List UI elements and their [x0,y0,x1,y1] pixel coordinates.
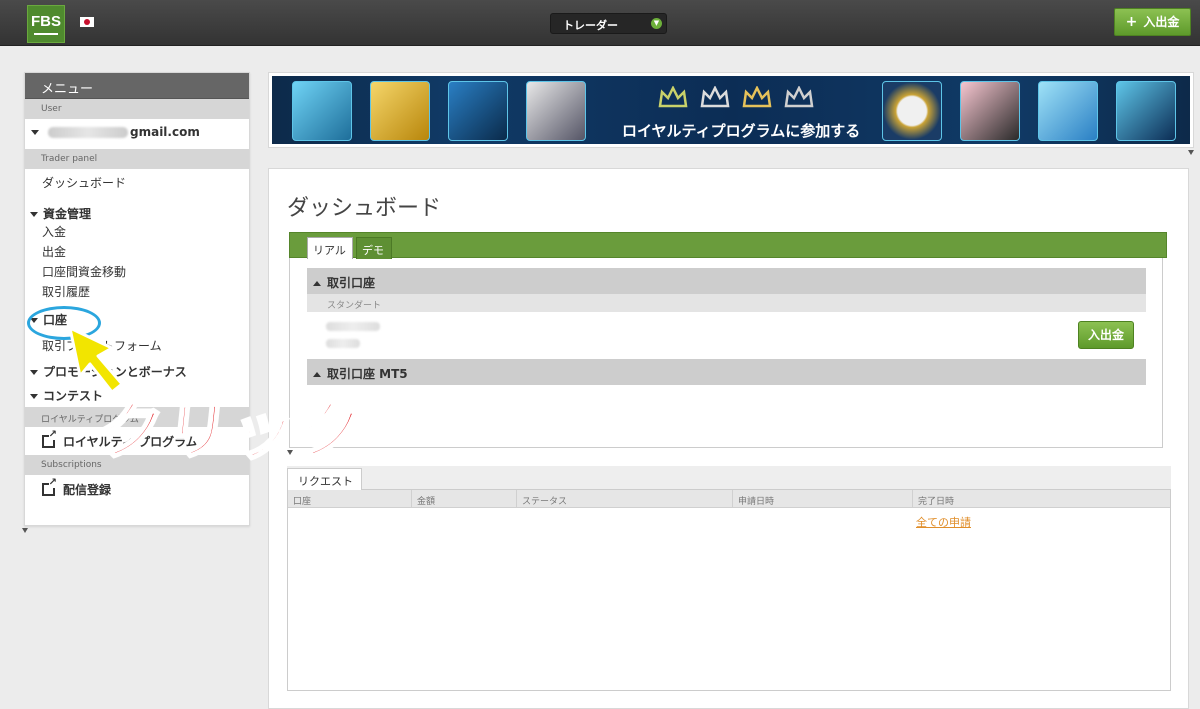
col-completed-at: 完了日時 [918,497,955,507]
trader-select[interactable]: トレーダー ▼ [550,13,667,34]
requests-table: 口座 金額 ステータス 申請日時 完了日時 全ての申請 [287,490,1171,691]
accounts-header-label: 取引口座 [327,276,376,290]
account-type-tabs: リアル デモ [289,232,1167,259]
sidebar-item-withdraw[interactable]: 出金 [25,241,249,261]
menu-header: メニュー [25,73,249,99]
tab-demo[interactable]: デモ [356,237,392,259]
plus-icon: + [1125,14,1138,30]
chevron-down-icon: ▼ [651,18,662,29]
banner-image: ロイヤルティプログラムに参加する [272,76,1190,144]
loyalty-banner[interactable]: ロイヤルティプログラムに参加する [268,72,1194,148]
sidebar-item-transfer[interactable]: 口座間資金移動 [25,261,249,281]
crown-icon [784,86,814,108]
col-account: 口座 [288,490,412,508]
fbs-tile-icon [1116,81,1176,141]
fbs-logo[interactable]: FBS [27,5,65,43]
tab-real[interactable]: リアル [307,237,353,259]
laptop-tile-icon [292,81,352,141]
standard-label: スタンダート [307,294,1146,312]
top-deposit-button[interactable]: + 入出金 [1114,8,1191,36]
caret-up-icon [313,281,321,286]
dashboard-panel: ダッシュボード リアル デモ 取引口座 スタンダート 入出金 取引口座 MT5 … [268,168,1189,709]
sidebar-item-dashboard[interactable]: ダッシュボード [25,169,249,199]
crown-icon [700,86,730,108]
banner-text: ロイヤルティプログラムに参加する [622,122,861,140]
col-amount: 金額 [412,490,517,508]
tablet-tile-icon [1038,81,1098,141]
funds-label: 資金管理 [43,207,92,221]
crown-icon [742,86,772,108]
japan-flag-icon[interactable] [80,17,94,27]
imac-tile-icon [448,81,508,141]
top-deposit-label: 入出金 [1143,15,1180,29]
caret-down-icon [30,370,38,375]
trader-select-label: トレーダー [563,19,618,32]
logo-underline [34,33,58,35]
external-link-icon [42,478,57,496]
col-requested-at: 申請日時 [733,490,913,508]
logo-text: FBS [31,13,61,30]
resize-marker [22,528,28,533]
all-requests-link[interactable]: 全ての申請 [916,514,971,530]
mt5-header-label: 取引口座 MT5 [327,367,408,381]
caret-down-icon [30,212,38,217]
user-email: gmail.com [130,125,200,139]
sidebar-item-subscriptions[interactable]: 配信登録 [25,475,249,503]
account-deposit-button[interactable]: 入出金 [1078,321,1134,349]
click-instruction-text: クリック [94,394,369,471]
account-number-redacted [326,322,380,331]
section-trader-panel: Trader panel [25,149,249,169]
accounts-header[interactable]: 取引口座 [307,268,1146,294]
sidebar-group-funds[interactable]: 資金管理 [25,199,249,221]
watch-tile-icon [882,81,942,141]
email-redacted [48,127,128,138]
caret-up-icon [313,372,321,377]
car-tile-icon [526,81,586,141]
accounts-panel: 取引口座 スタンダート 入出金 取引口座 MT5 [289,258,1163,448]
col-status: ステータス [517,490,733,508]
crown-icon [658,86,688,108]
page-title: ダッシュボード [287,196,442,221]
subscriptions-label: 配信登録 [63,483,112,497]
requests-table-header: 口座 金額 ステータス 申請日時 完了日時 [288,490,1170,508]
sidebar-item-history[interactable]: 取引履歴 [25,281,249,301]
mt5-accounts-header[interactable]: 取引口座 MT5 [307,359,1146,385]
external-link-icon [42,430,57,448]
resize-marker [1188,150,1194,155]
caret-down-icon [31,130,39,135]
phone-tile-icon [960,81,1020,141]
requests-tabs: リクエスト [287,466,1171,490]
sidebar-item-deposit[interactable]: 入金 [25,221,249,241]
top-bar: FBS トレーダー ▼ + 入出金 [0,0,1200,46]
user-email-dropdown[interactable]: gmail.com [25,119,249,149]
section-user: User [25,99,249,119]
caret-down-icon [30,394,38,399]
account-balance-redacted [326,339,360,348]
gift-tile-icon [370,81,430,141]
